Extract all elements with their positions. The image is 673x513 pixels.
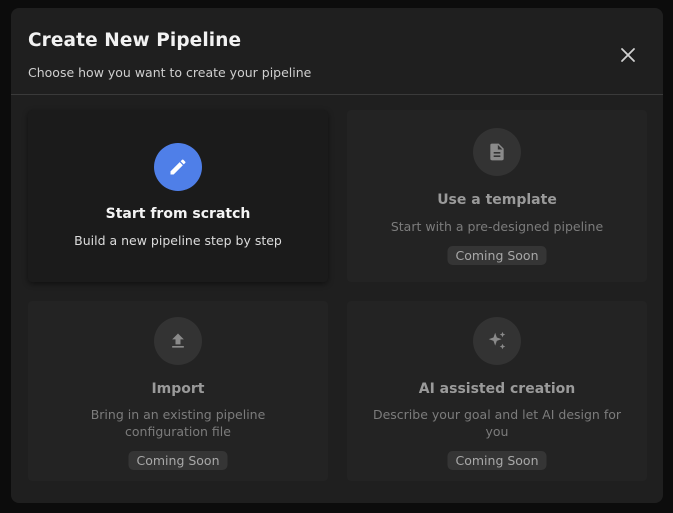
option-description: Bring in an existing pipeline configurat… xyxy=(90,407,266,439)
option-title: Use a template xyxy=(437,192,557,208)
option-description: Start with a pre-designed pipeline xyxy=(390,219,604,234)
upload-icon xyxy=(172,333,184,348)
document-icon xyxy=(490,143,504,161)
option-title: Start from scratch xyxy=(105,206,251,222)
close-icon xyxy=(621,48,635,62)
coming-soon-badge: Coming Soon xyxy=(447,246,547,265)
coming-soon-badge: Coming Soon xyxy=(128,451,228,470)
dialog-header: Create New Pipeline Choose how you want … xyxy=(11,8,663,95)
dialog-title: Create New Pipeline xyxy=(28,30,242,51)
option-icon-circle xyxy=(154,317,202,365)
option-icon-circle xyxy=(473,317,521,365)
option-ai-assisted[interactable]: AI assisted creation Describe your goal … xyxy=(347,301,647,481)
coming-soon-badge: Coming Soon xyxy=(447,451,547,470)
option-title: AI assisted creation xyxy=(418,381,576,397)
option-description: Describe your goal and let AI design for… xyxy=(372,407,622,439)
option-title: Import xyxy=(151,381,205,397)
options-grid: Start from scratch Build a new pipeline … xyxy=(28,110,647,490)
pencil-icon xyxy=(170,159,186,175)
option-start-from-scratch[interactable]: Start from scratch Build a new pipeline … xyxy=(28,110,328,282)
close-button[interactable] xyxy=(616,43,640,67)
option-description: Build a new pipeline step by step xyxy=(74,233,282,248)
option-icon-circle xyxy=(473,128,521,176)
option-import[interactable]: Import Bring in an existing pipeline con… xyxy=(28,301,328,481)
dialog-subtitle: Choose how you want to create your pipel… xyxy=(28,65,312,80)
create-pipeline-dialog: Create New Pipeline Choose how you want … xyxy=(11,8,663,503)
option-icon-circle xyxy=(154,143,202,191)
option-use-template[interactable]: Use a template Start with a pre-designed… xyxy=(347,110,647,282)
sparkles-icon xyxy=(488,331,506,350)
